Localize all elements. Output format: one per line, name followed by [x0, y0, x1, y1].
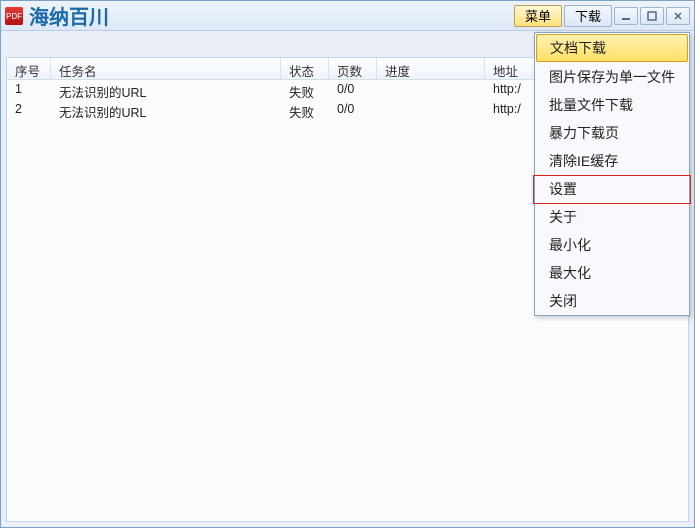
cell-progress — [377, 100, 485, 120]
menu-item[interactable]: 设置 — [535, 175, 689, 203]
col-status[interactable]: 状态 — [281, 58, 329, 79]
menu-item[interactable]: 关闭 — [535, 287, 689, 315]
minimize-icon — [621, 11, 631, 21]
app-window: PDF 海纳百川 菜单 下载 文档下载图片保存为单一文件批量文件下载暴力下载页清… — [0, 0, 695, 528]
menu-item[interactable]: 批量文件下载 — [535, 91, 689, 119]
close-icon — [673, 11, 683, 21]
menu-item[interactable]: 图片保存为单一文件 — [535, 63, 689, 91]
cell-taskname: 无法识别的URL — [51, 80, 281, 100]
cell-progress — [377, 80, 485, 100]
titlebar: PDF 海纳百川 菜单 下载 — [1, 1, 694, 31]
cell-status: 失败 — [281, 80, 329, 100]
menu-item[interactable]: 清除IE缓存 — [535, 147, 689, 175]
menu-item[interactable]: 最小化 — [535, 231, 689, 259]
col-taskname[interactable]: 任务名 — [51, 58, 281, 79]
cell-pages: 0/0 — [329, 80, 377, 100]
cell-taskname: 无法识别的URL — [51, 100, 281, 120]
menu-item[interactable]: 关于 — [535, 203, 689, 231]
menu-item[interactable]: 最大化 — [535, 259, 689, 287]
col-pages[interactable]: 页数 — [329, 58, 377, 79]
close-button[interactable] — [666, 7, 690, 25]
maximize-button[interactable] — [640, 7, 664, 25]
menu-item[interactable]: 文档下载 — [536, 34, 688, 62]
cell-seq: 2 — [7, 100, 51, 120]
menu-dropdown: 文档下载图片保存为单一文件批量文件下载暴力下载页清除IE缓存设置关于最小化最大化… — [534, 32, 690, 316]
title-buttons: 菜单 下载 — [514, 5, 690, 27]
menu-item[interactable]: 暴力下载页 — [535, 119, 689, 147]
menu-button[interactable]: 菜单 — [514, 5, 562, 27]
maximize-icon — [647, 11, 657, 21]
col-progress[interactable]: 进度 — [377, 58, 485, 79]
app-title: 海纳百川 — [29, 1, 109, 30]
download-button[interactable]: 下载 — [564, 5, 612, 27]
cell-status: 失败 — [281, 100, 329, 120]
col-seq[interactable]: 序号 — [7, 58, 51, 79]
pdf-icon: PDF — [5, 7, 23, 25]
minimize-button[interactable] — [614, 7, 638, 25]
cell-seq: 1 — [7, 80, 51, 100]
cell-pages: 0/0 — [329, 100, 377, 120]
